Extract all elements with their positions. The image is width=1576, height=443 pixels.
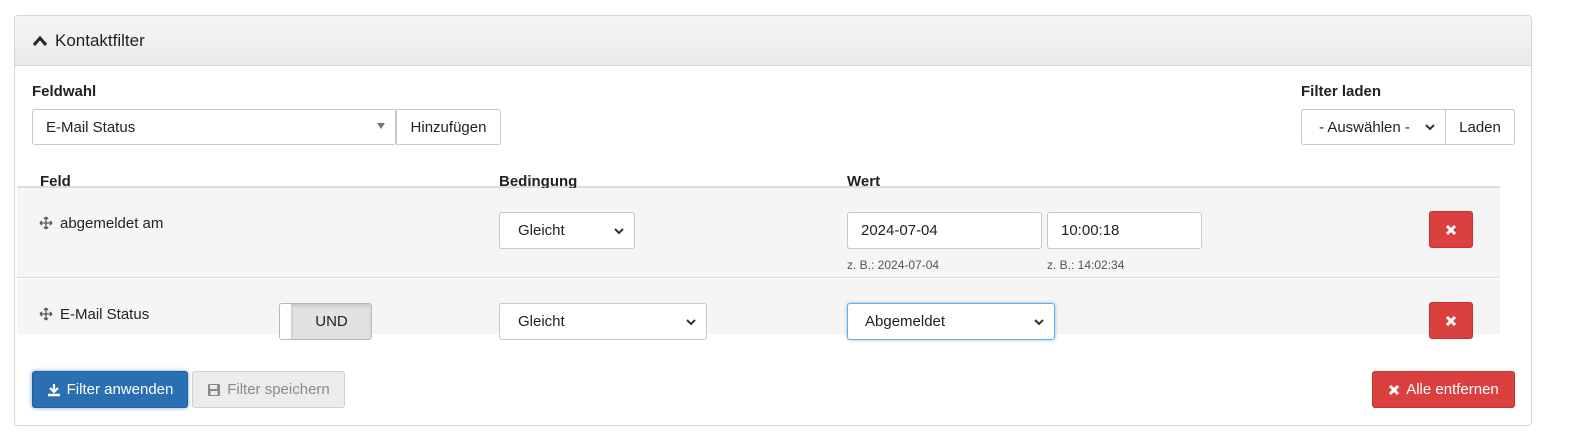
chevron-down-icon: [1034, 318, 1044, 325]
chevron-down-icon: [686, 318, 696, 325]
chevron-down-icon: [1425, 124, 1435, 131]
panel-title: Kontaktfilter: [55, 30, 145, 50]
filter-load-label: Filter laden: [1301, 83, 1382, 100]
condition-select[interactable]: Gleicht: [499, 303, 707, 340]
field-select-label: Feldwahl: [32, 83, 97, 100]
panel-heading[interactable]: Kontaktfilter: [15, 16, 1531, 66]
remove-all-button[interactable]: Alle entfernen: [1372, 371, 1515, 408]
close-icon: [1445, 315, 1457, 326]
apply-filter-label: Filter anwenden: [66, 381, 174, 398]
time-input[interactable]: 10:00:18: [1047, 212, 1202, 249]
filter-table-header: Feld Bedingung Wert: [17, 154, 1500, 190]
apply-filter-button[interactable]: Filter anwenden: [32, 371, 188, 408]
sort-triangle-icon: [377, 123, 385, 129]
delete-row-button[interactable]: [1429, 211, 1473, 248]
add-field-button[interactable]: Hinzufügen: [396, 109, 501, 145]
toggle-label: UND: [292, 304, 371, 339]
table-row: abgemeldet am Gleicht 2024-07-04 10:00:1…: [17, 188, 1500, 278]
time-hint: z. B.: 14:02:34: [1047, 258, 1125, 272]
save-filter-label: Filter speichern: [227, 381, 330, 398]
condition-select[interactable]: Gleicht: [499, 212, 635, 249]
field-select-value: E-Mail Status: [46, 118, 136, 136]
download-icon: [47, 383, 60, 396]
row-field-name: abgemeldet am: [60, 215, 164, 232]
field-select[interactable]: E-Mail Status: [32, 109, 396, 145]
row-field-name: E-Mail Status: [60, 306, 150, 323]
filter-load-select[interactable]: - Auswählen -: [1301, 109, 1446, 145]
load-filter-button[interactable]: Laden: [1445, 109, 1515, 145]
move-icon[interactable]: [39, 216, 53, 230]
delete-row-button[interactable]: [1429, 302, 1473, 339]
move-icon[interactable]: [39, 307, 53, 321]
floppy-disk-icon: [208, 383, 221, 396]
table-row: E-Mail Status UND Gleicht Abgemeldet: [17, 279, 1500, 340]
chevron-up-icon: [32, 35, 48, 46]
remove-all-label: Alle entfernen: [1406, 381, 1499, 398]
date-hint: z. B.: 2024-07-04: [847, 258, 940, 272]
filter-load-value: - Auswählen -: [1319, 118, 1410, 136]
close-icon: [1389, 384, 1400, 395]
chevron-down-icon: [614, 227, 624, 234]
value-select-value: Abgemeldet: [865, 313, 946, 330]
close-icon: [1445, 224, 1457, 235]
and-or-toggle[interactable]: UND: [279, 303, 372, 340]
condition-select-value: Gleicht: [518, 313, 565, 330]
condition-select-value: Gleicht: [518, 222, 565, 239]
value-select[interactable]: Abgemeldet: [847, 303, 1055, 340]
date-input[interactable]: 2024-07-04: [847, 212, 1042, 249]
save-filter-button[interactable]: Filter speichern: [192, 371, 345, 408]
toggle-knob: [280, 304, 292, 339]
